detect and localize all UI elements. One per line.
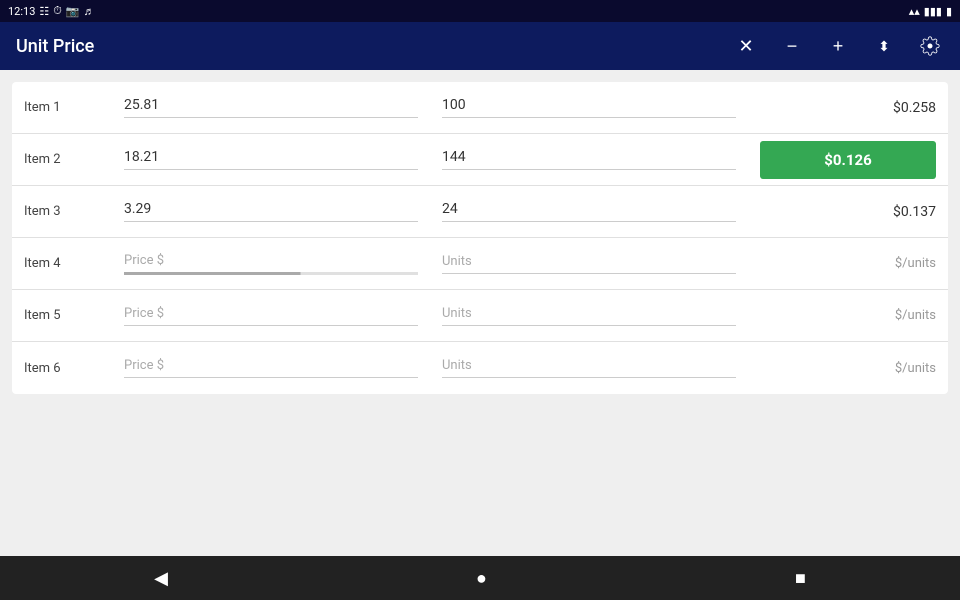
signal-icon: ▮▮▮ [924, 5, 942, 18]
item-label: Item 3 [12, 204, 112, 219]
price-underline [124, 325, 418, 326]
units-underline [442, 273, 736, 274]
status-bar: 12:13 ☷ ⏱ 📷 ♬ ▴▴ ▮▮▮ ▮ [0, 0, 960, 22]
result-cell: $/units [748, 308, 948, 323]
result-cell: $0.137 [748, 204, 948, 220]
settings-button[interactable] [916, 32, 944, 60]
add-button[interactable]: + [824, 32, 852, 60]
back-button[interactable]: ◀ [130, 560, 192, 597]
table-row[interactable]: Item 6 Price $ Units $/units [12, 342, 948, 394]
table-row[interactable]: Item 4 Price $ Units $/units [12, 238, 948, 290]
status-right: ▴▴ ▮▮▮ ▮ [909, 5, 952, 18]
price-input-cell[interactable]: Price $ [112, 358, 430, 378]
alarm-icon: ⏱ [53, 4, 62, 18]
time-display: 12:13 [8, 5, 35, 18]
result-cell: $/units [748, 361, 948, 376]
item-label: Item 5 [12, 308, 112, 323]
active-input-bar [124, 272, 418, 275]
price-underline [124, 169, 418, 170]
item-label: Item 4 [12, 256, 112, 271]
units-underline [442, 221, 736, 222]
best-value-badge: $0.126 [760, 141, 936, 179]
table-row: Item 1 25.81 100 $0.258 [12, 82, 948, 134]
resize-button[interactable]: ⬍ [870, 32, 898, 60]
price-input-cell[interactable]: Price $ [112, 253, 430, 275]
wifi-icon: ▴▴ [909, 5, 920, 18]
battery-icon: ▮ [946, 5, 952, 18]
units-underline [442, 325, 736, 326]
home-button[interactable]: ● [452, 560, 511, 597]
item-label: Item 1 [12, 100, 112, 115]
units-input-cell[interactable]: Units [430, 358, 748, 378]
minimize-button[interactable]: − [778, 32, 806, 60]
music-icon: ♬ [84, 5, 95, 18]
table-row: Item 2 18.21 144 $0.126 [12, 134, 948, 186]
units-input-cell[interactable]: Units [430, 254, 748, 274]
page-title: Unit Price [16, 36, 94, 57]
item-label: Item 2 [12, 152, 112, 167]
units-underline [442, 169, 736, 170]
item-label: Item 6 [12, 361, 112, 376]
units-cell[interactable]: 24 [430, 201, 748, 222]
result-cell: $/units [748, 256, 948, 271]
units-cell[interactable]: 144 [430, 149, 748, 170]
units-underline [442, 377, 736, 378]
main-content: Item 1 25.81 100 $0.258 Item 2 18.21 [0, 70, 960, 556]
price-underline [124, 377, 418, 378]
result-cell-highlight: $0.126 [748, 141, 948, 179]
price-input-cell[interactable]: Price $ [112, 306, 430, 326]
price-cell[interactable]: 25.81 [112, 97, 430, 118]
close-button[interactable]: ✕ [732, 32, 760, 60]
title-bar-actions: ✕ − + ⬍ [732, 32, 944, 60]
table-row: Item 3 3.29 24 $0.137 [12, 186, 948, 238]
units-underline [442, 117, 736, 118]
bottom-nav: ◀ ● ■ [0, 556, 960, 600]
notification-icon: ☷ [39, 5, 49, 18]
price-underline [124, 221, 418, 222]
price-cell[interactable]: 18.21 [112, 149, 430, 170]
data-table: Item 1 25.81 100 $0.258 Item 2 18.21 [12, 82, 948, 394]
status-left: 12:13 ☷ ⏱ 📷 ♬ [8, 4, 95, 18]
recent-apps-button[interactable]: ■ [771, 560, 830, 597]
price-underline [124, 117, 418, 118]
price-cell[interactable]: 3.29 [112, 201, 430, 222]
camera-icon: 📷 [66, 5, 80, 18]
units-cell[interactable]: 100 [430, 97, 748, 118]
units-input-cell[interactable]: Units [430, 306, 748, 326]
title-bar: Unit Price ✕ − + ⬍ [0, 22, 960, 70]
result-cell: $0.258 [748, 100, 948, 116]
table-row[interactable]: Item 5 Price $ Units $/units [12, 290, 948, 342]
